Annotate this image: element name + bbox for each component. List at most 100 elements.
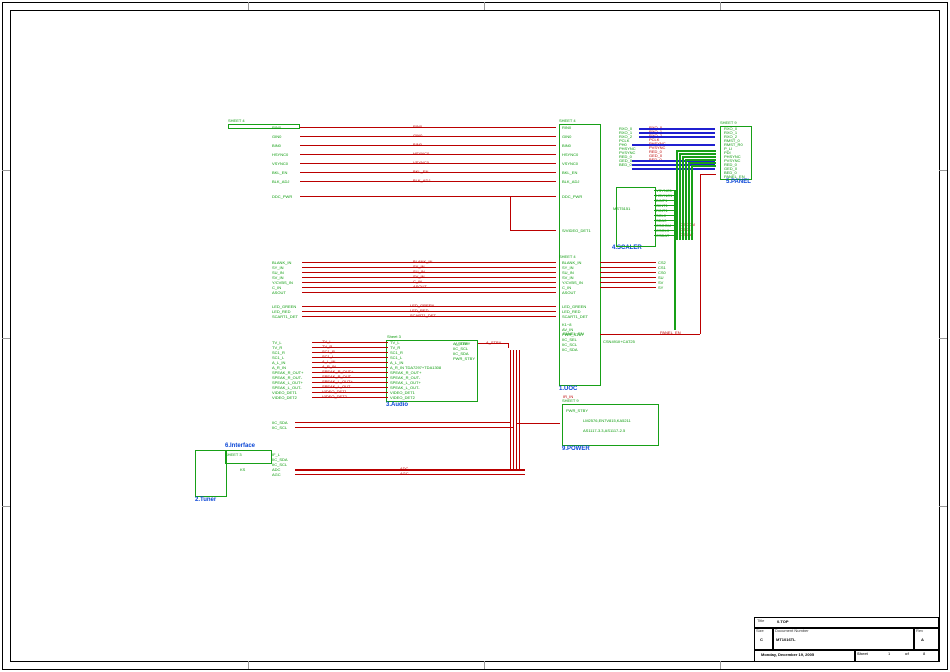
wireAu-11 bbox=[312, 397, 388, 398]
pin-r-BKL_EN: BKL_EN bbox=[562, 170, 577, 175]
rev-text: A bbox=[921, 637, 924, 642]
title-label: Title bbox=[757, 618, 764, 623]
sheet-of: of bbox=[905, 651, 909, 656]
panel-en-wire-h bbox=[600, 334, 700, 335]
wireB-1 bbox=[302, 267, 556, 268]
busSc-3 bbox=[654, 205, 674, 206]
pinCrx-5: IIC_SDA bbox=[562, 347, 578, 352]
rev-label: Rev bbox=[916, 628, 923, 633]
iic-v-2 bbox=[516, 350, 517, 470]
vbus-0 bbox=[676, 150, 678, 240]
pinPanR-12: PANEL_EN bbox=[724, 174, 745, 179]
pin-BIN0: BIN0 bbox=[272, 143, 281, 148]
title-text: 0.TOP bbox=[777, 619, 789, 624]
pwr-h bbox=[516, 423, 560, 424]
schematic-page: Title 0.TOP Size C Document Number MT101… bbox=[0, 0, 950, 672]
hbus-5 bbox=[691, 165, 716, 167]
wireC-0 bbox=[302, 306, 556, 307]
wireB-4 bbox=[302, 282, 556, 283]
busSc-5 bbox=[654, 215, 674, 216]
pinC-2: SCART1_DET bbox=[272, 314, 298, 319]
docnum-text: MT1016TL bbox=[776, 637, 796, 642]
vbus-5 bbox=[691, 165, 693, 240]
power-note1: LM2576,EN7V815,KA5211 bbox=[583, 418, 631, 423]
uoc-sheetref-low: SHEET 4 bbox=[559, 254, 576, 259]
astby-v bbox=[508, 343, 509, 348]
docnum-label: Document Number bbox=[775, 628, 809, 633]
wireAu-2 bbox=[312, 352, 388, 353]
netB-5: ASOUT bbox=[413, 284, 427, 289]
busSc-8 bbox=[654, 230, 674, 231]
iic-v-3 bbox=[519, 350, 520, 470]
vbus-1 bbox=[679, 153, 681, 240]
busSc-1 bbox=[654, 195, 674, 196]
busSc-2 bbox=[654, 200, 674, 201]
hbus-4 bbox=[688, 162, 716, 164]
pin-BKL_EN: BKL_EN bbox=[272, 170, 287, 175]
pin-r-BLK_ADJ: BLK_ADJ bbox=[562, 179, 579, 184]
sheet-label: Sheet bbox=[857, 651, 868, 656]
busSc-6 bbox=[654, 220, 674, 221]
bus-rxo2 bbox=[639, 136, 715, 138]
iic-v-0 bbox=[510, 350, 511, 470]
portAuR-3: PWR_STBY bbox=[453, 356, 475, 361]
panel-sheetref: SHEET 9 bbox=[720, 120, 737, 125]
wireAu-4 bbox=[312, 362, 388, 363]
wireB-3 bbox=[302, 277, 556, 278]
pin-r-S/VIDEO_DET1: S/VIDEO_DET1 bbox=[562, 228, 591, 233]
wireAu-6 bbox=[312, 372, 388, 373]
tuner-title: 2.Tuner bbox=[195, 497, 216, 503]
bus-rxo1 bbox=[639, 132, 715, 134]
pin-r-BIN0: BIN0 bbox=[562, 143, 571, 148]
wireAu-5 bbox=[312, 367, 388, 368]
wireAu-1 bbox=[312, 347, 388, 348]
astby-port: A_STBY bbox=[455, 341, 470, 346]
audio-title: 3.Audio bbox=[386, 402, 408, 408]
wireBextra-0 bbox=[600, 262, 656, 263]
pinCr-2: SCART1_DET bbox=[562, 314, 588, 319]
panel-en-pin: PANEL_EN bbox=[563, 331, 584, 336]
wireB-5 bbox=[302, 287, 556, 288]
hbus-2 bbox=[682, 156, 716, 158]
portAu-11: VIDEO_DET2 bbox=[390, 395, 415, 400]
wireAu-8 bbox=[312, 382, 388, 383]
wireBextra-5 bbox=[600, 287, 656, 288]
panel-en-wire-v bbox=[700, 174, 701, 334]
vbus-2 bbox=[682, 156, 684, 240]
power-note2: AS1117-3.3,AS1117-2.5 bbox=[583, 428, 625, 433]
wire-GIN0 bbox=[300, 136, 556, 137]
wireTu-1 bbox=[295, 474, 525, 475]
tuner-box bbox=[195, 450, 227, 497]
sheet-num: 1 bbox=[888, 651, 890, 656]
wire-RIN0 bbox=[300, 127, 556, 128]
audio-sheetref: Sheet 3 bbox=[387, 334, 401, 339]
wireAu-10 bbox=[312, 392, 388, 393]
svideo-det-h bbox=[510, 230, 556, 231]
wire-BKL_EN bbox=[300, 172, 556, 173]
pinPw-0: PWR_STBY bbox=[566, 408, 588, 413]
pinAu-11: VIDEO_DET2 bbox=[272, 395, 297, 400]
busSc-4 bbox=[654, 210, 674, 211]
pin-r-GIN0: GIN0 bbox=[562, 134, 571, 139]
sheet-total: 8 bbox=[923, 651, 925, 656]
pin-RIN0: RIN0 bbox=[272, 125, 281, 130]
wire-VSYNC0 bbox=[300, 163, 556, 164]
scaler-note: CSN491II+CAT25 bbox=[603, 339, 635, 344]
wireIf-1 bbox=[295, 427, 513, 428]
astby-net: A_STBY bbox=[486, 340, 501, 345]
hbus-3 bbox=[685, 159, 716, 161]
wireB-6 bbox=[302, 292, 556, 293]
wire-HSYNC0 bbox=[300, 154, 556, 155]
wireB-2 bbox=[302, 272, 556, 273]
wireAu-0 bbox=[312, 342, 388, 343]
busSc-0 bbox=[654, 190, 674, 191]
interface-sheetlabel: SHEET 3 bbox=[225, 452, 242, 457]
pin-r-DDC_PWR: DDC_PWR bbox=[562, 194, 582, 199]
wireIf-0 bbox=[295, 422, 510, 423]
wireBextra-4 bbox=[600, 282, 656, 283]
drawing-frame-inner bbox=[10, 10, 940, 662]
power-title: 9.POWER bbox=[562, 446, 590, 452]
wireBextra-1 bbox=[600, 267, 656, 268]
scaler-box bbox=[616, 187, 656, 247]
pinTu-4: AGC bbox=[272, 472, 281, 477]
